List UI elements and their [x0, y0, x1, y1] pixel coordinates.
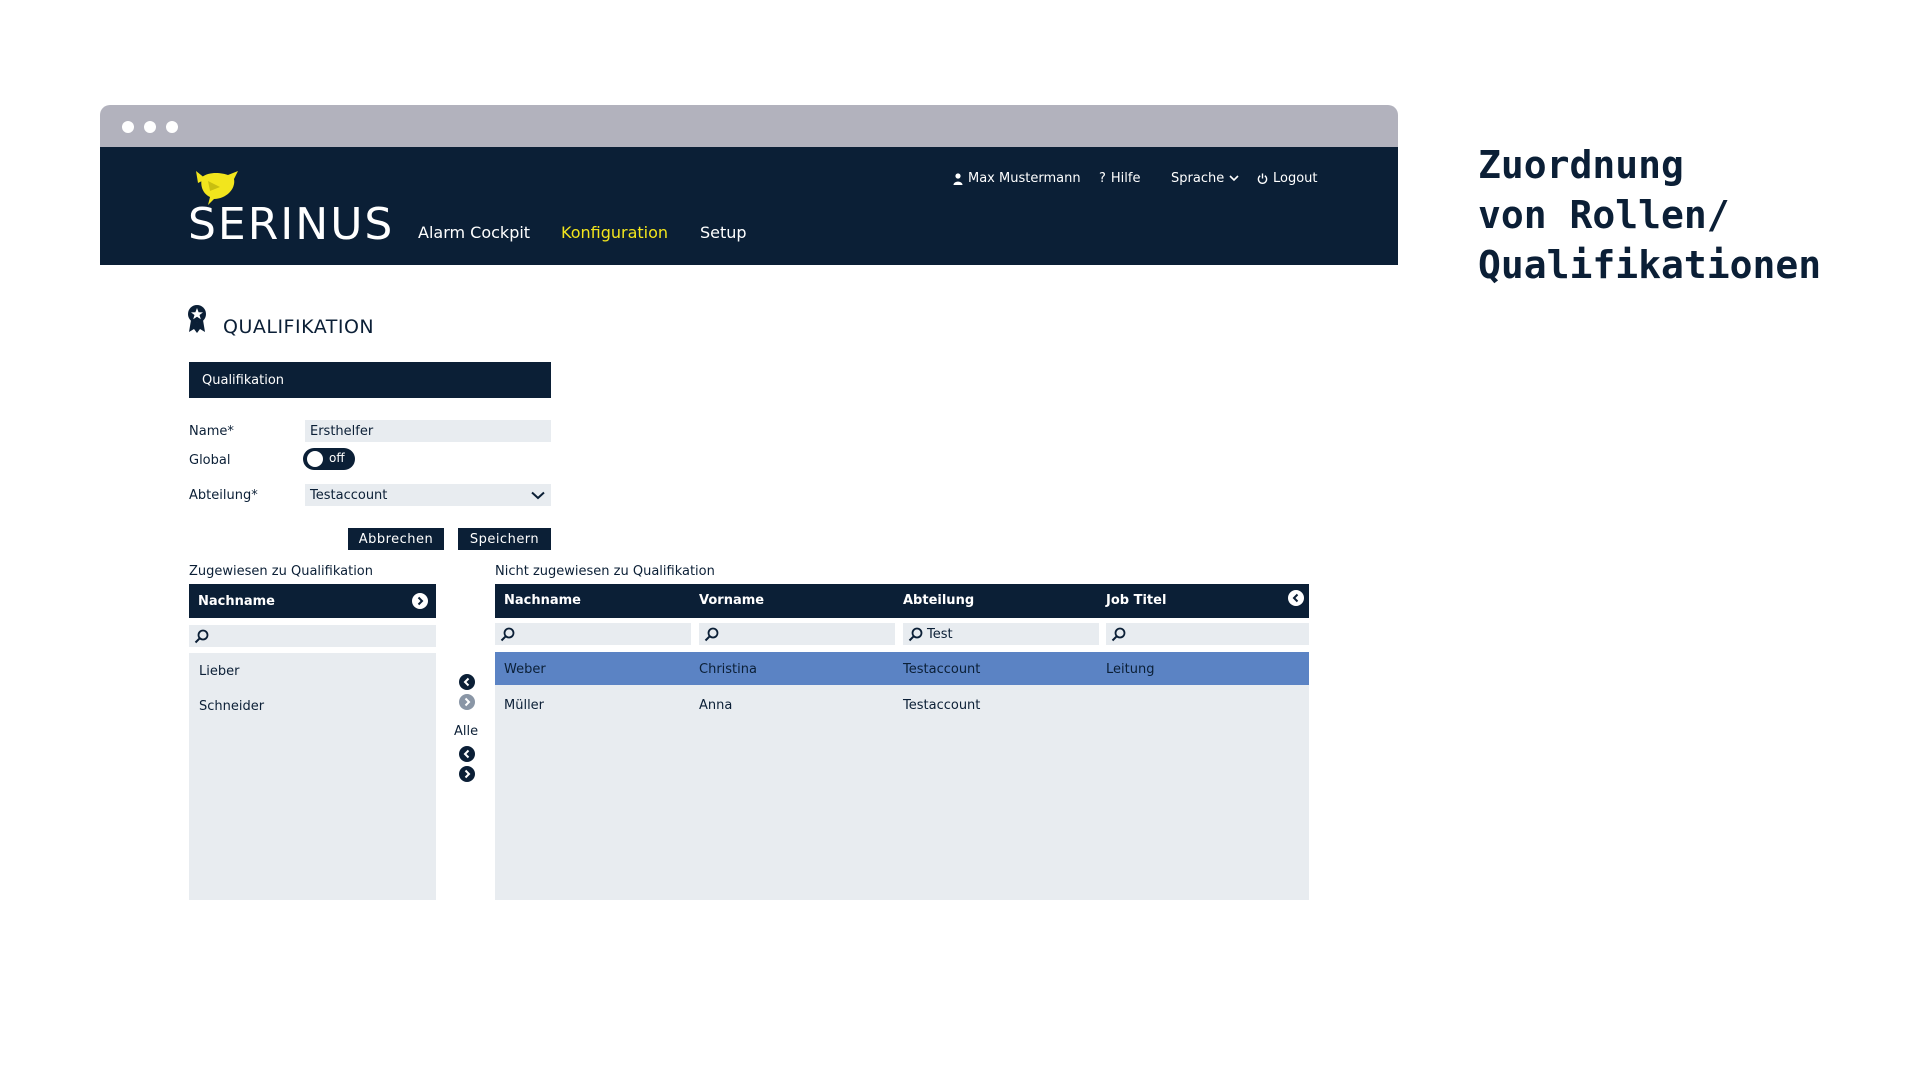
- list-item[interactable]: Schneider: [199, 699, 264, 714]
- move-all-label: Alle: [454, 724, 479, 739]
- unassigned-table-header: [495, 584, 1309, 618]
- logo-wordmark[interactable]: SERINUS: [188, 199, 394, 250]
- power-icon: [1257, 173, 1268, 184]
- cell-nachname[interactable]: Müller: [504, 698, 544, 713]
- arrow-right-circle-icon[interactable]: [459, 766, 475, 782]
- name-field[interactable]: Ersthelfer: [305, 420, 551, 442]
- side-heading-line1: Zuordnung: [1478, 143, 1684, 187]
- global-label: Global: [189, 453, 231, 468]
- col-header-nachname[interactable]: Nachname: [504, 593, 581, 608]
- filter-job-titel-input[interactable]: [1106, 623, 1309, 645]
- assigned-search-input[interactable]: [189, 625, 436, 647]
- search-icon: [704, 627, 719, 641]
- assigned-list: [189, 653, 436, 900]
- col-header-vorname[interactable]: Vorname: [699, 593, 764, 608]
- help-label: Hilfe: [1110, 171, 1141, 186]
- assigned-table-header: Nachname: [189, 584, 436, 618]
- global-toggle[interactable]: off: [303, 448, 355, 470]
- assigned-caption: Zugewiesen zu Qualifikation: [189, 564, 373, 579]
- name-label: Name*: [189, 424, 234, 439]
- logout-link[interactable]: Logout: [1257, 171, 1318, 186]
- window-dot-maximize[interactable]: [166, 121, 178, 133]
- top-navigation-bar: SERINUS Alarm Cockpit Konfiguration Setu…: [100, 147, 1398, 265]
- chevron-down-icon: [531, 491, 545, 499]
- unassigned-table-body: [495, 652, 1309, 900]
- save-button[interactable]: Speichern: [458, 528, 551, 550]
- logout-label: Logout: [1273, 171, 1318, 186]
- filter-nachname-input[interactable]: [495, 623, 691, 645]
- cell-nachname[interactable]: Weber: [504, 662, 546, 677]
- table-row-selected[interactable]: [495, 652, 1309, 685]
- department-value: Testaccount: [310, 487, 388, 503]
- award-icon: [188, 305, 206, 333]
- search-icon: [194, 629, 209, 643]
- side-heading-line3: Qualifikationen: [1478, 243, 1822, 287]
- assigned-col-nachname[interactable]: Nachname: [198, 594, 275, 609]
- side-heading-line2: von Rollen/: [1478, 193, 1730, 237]
- arrow-right-circle-icon[interactable]: [412, 593, 428, 609]
- browser-window: SERINUS Alarm Cockpit Konfiguration Setu…: [100, 105, 1398, 265]
- col-header-abteilung[interactable]: Abteilung: [903, 593, 974, 608]
- nav-alarm-cockpit[interactable]: Alarm Cockpit: [418, 223, 530, 242]
- filter-abteilung-value: Test: [927, 626, 953, 642]
- language-label: Sprache: [1171, 171, 1225, 186]
- help-icon: ?: [1099, 171, 1106, 186]
- arrow-left-circle-icon[interactable]: [1288, 590, 1304, 606]
- search-icon: [908, 627, 923, 641]
- toggle-knob: [307, 451, 323, 467]
- user-menu[interactable]: Max Mustermann: [953, 171, 1081, 186]
- department-label: Abteilung*: [189, 488, 258, 503]
- filter-vorname-input[interactable]: [699, 623, 895, 645]
- help-link[interactable]: ? Hilfe: [1099, 171, 1140, 186]
- side-heading: Zuordnung von Rollen/ Qualifikationen: [1478, 140, 1821, 290]
- unassigned-caption: Nicht zugewiesen zu Qualifikation: [495, 564, 715, 579]
- cell-abteilung[interactable]: Testaccount: [903, 698, 980, 713]
- window-titlebar: [100, 105, 1398, 147]
- chevron-down-icon: [1229, 175, 1239, 182]
- user-name: Max Mustermann: [968, 171, 1081, 186]
- arrow-left-circle-icon[interactable]: [459, 674, 475, 690]
- cell-vorname[interactable]: Anna: [699, 698, 732, 713]
- filter-abteilung-input[interactable]: Test: [903, 623, 1099, 645]
- page-title: QUALIFIKATION: [223, 316, 375, 338]
- nav-konfiguration[interactable]: Konfiguration: [561, 223, 668, 242]
- list-item[interactable]: Lieber: [199, 664, 239, 679]
- nav-setup[interactable]: Setup: [700, 223, 747, 242]
- cell-vorname[interactable]: Christina: [699, 662, 757, 677]
- cell-job-titel[interactable]: Leitung: [1106, 662, 1154, 677]
- cancel-button[interactable]: Abbrechen: [348, 528, 444, 550]
- toggle-state: off: [329, 451, 345, 465]
- search-icon: [1111, 627, 1126, 641]
- language-dropdown[interactable]: Sprache: [1171, 171, 1239, 186]
- window-dot-close[interactable]: [122, 121, 134, 133]
- cell-abteilung[interactable]: Testaccount: [903, 662, 980, 677]
- department-select[interactable]: Testaccount: [305, 484, 551, 506]
- arrow-left-circle-icon[interactable]: [459, 746, 475, 762]
- col-header-job-titel[interactable]: Job Titel: [1106, 593, 1166, 608]
- form-panel-header: Qualifikation: [189, 362, 551, 398]
- name-field-value: Ersthelfer: [310, 423, 374, 439]
- form-panel-title: Qualifikation: [202, 372, 285, 388]
- search-icon: [500, 627, 515, 641]
- user-icon: [953, 172, 963, 185]
- window-dot-minimize[interactable]: [144, 121, 156, 133]
- arrow-right-circle-icon[interactable]: [459, 694, 475, 710]
